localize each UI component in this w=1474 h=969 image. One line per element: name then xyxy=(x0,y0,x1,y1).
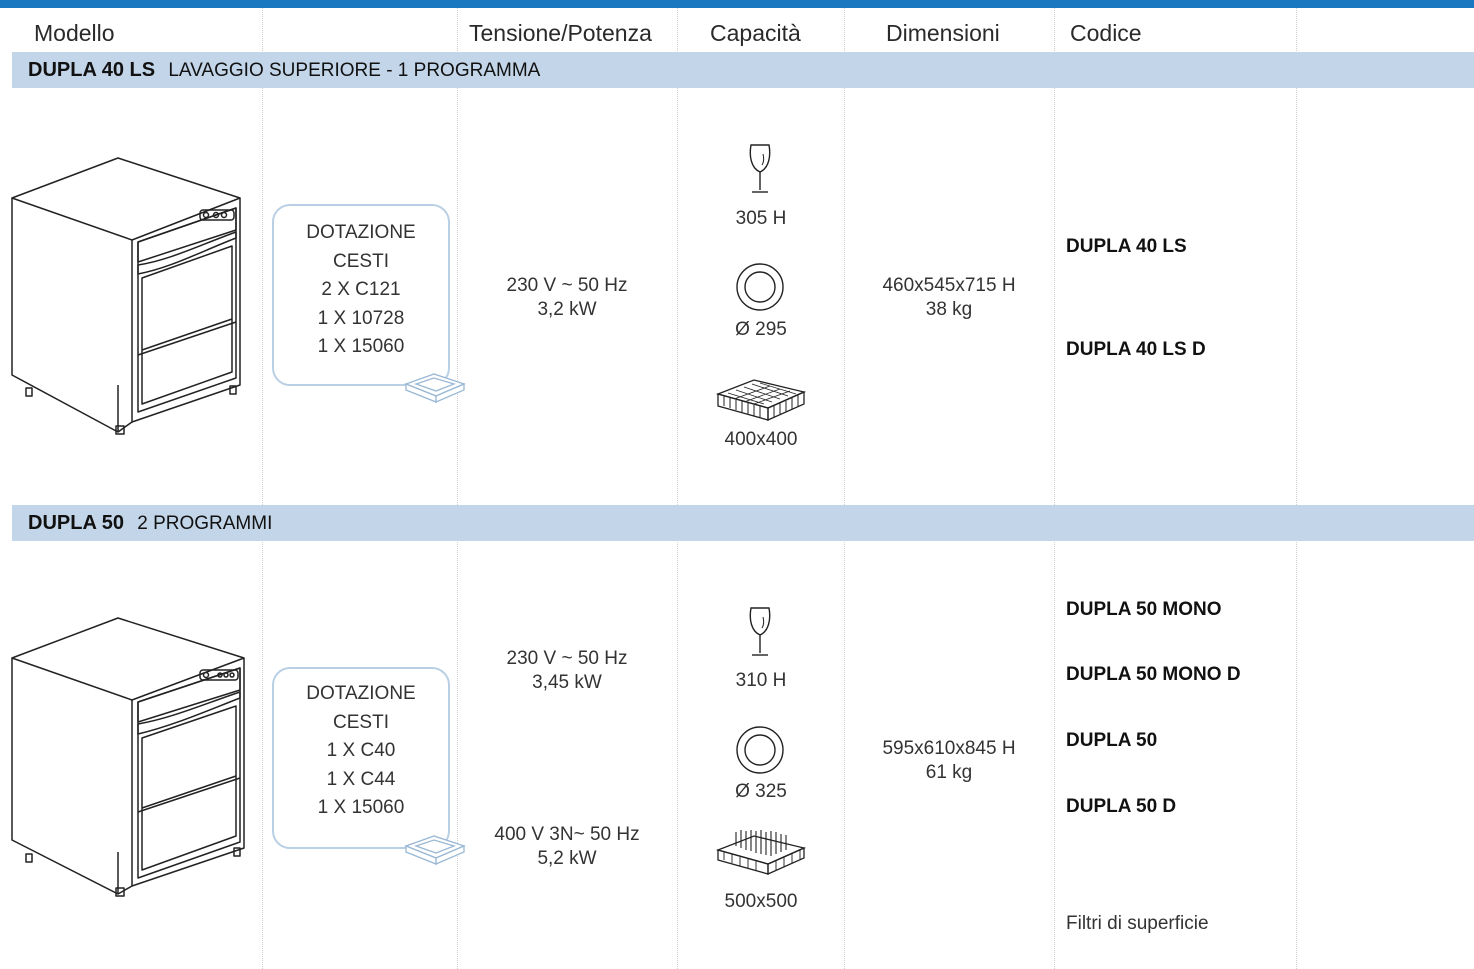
filter-note: Filtri di superficie xyxy=(1066,913,1209,934)
dotazione-line: 1 X 15060 xyxy=(317,336,405,357)
power-spec: 400 V 3N~ 50 Hz 5,2 kW xyxy=(458,823,676,871)
dotazione-line: DOTAZIONE xyxy=(306,222,416,243)
dotazione-line: 1 X C44 xyxy=(326,768,396,790)
power-spec: 230 V ~ 50 Hz 3,45 kW xyxy=(458,647,676,695)
wine-glass-icon xyxy=(749,607,771,656)
section-title: DUPLA 40 LS LAVAGGIO SUPERIORE - 1 PROGR… xyxy=(28,59,540,82)
product-code: DUPLA 50 D xyxy=(1066,796,1177,817)
dimensions-spec: 595x610x845 H 61 kg xyxy=(845,737,1053,785)
dotazione-line: 1 X 15060 xyxy=(317,797,405,818)
column-divider xyxy=(844,8,845,969)
plate-icon xyxy=(736,726,784,774)
power-text: 3,45 kW xyxy=(532,672,602,693)
dish-rack-icon xyxy=(715,830,807,876)
power-text: 5,2 kW xyxy=(537,848,597,869)
column-divider xyxy=(262,8,263,969)
dotazione-cesti-box: DOTAZIONE CESTI 2 X C121 1 X 10728 1 X 1… xyxy=(272,204,450,386)
dish-rack-icon xyxy=(715,379,807,422)
glass-height: 305 H xyxy=(735,208,787,229)
dimensions-text: 460x545x715 H xyxy=(882,275,1016,296)
product-code: DUPLA 40 LS D xyxy=(1066,339,1206,360)
header-capacita: Capacità xyxy=(710,20,801,46)
product-code: DUPLA 40 LS xyxy=(1066,236,1187,257)
dotazione-line: 1 X C40 xyxy=(326,740,396,761)
section-band-dupla-40-ls: DUPLA 40 LS LAVAGGIO SUPERIORE - 1 PROGR… xyxy=(12,52,1474,88)
dotazione-line: CESTI xyxy=(333,711,389,733)
plate-diameter: Ø 325 xyxy=(735,781,787,802)
wine-glass-icon xyxy=(749,144,771,193)
model-subtitle: 2 PROGRAMMI xyxy=(137,513,273,534)
dimensions-text: 595x610x845 H xyxy=(882,738,1016,759)
dishwasher-icon xyxy=(11,617,245,897)
column-divider xyxy=(677,8,678,969)
model-name: DUPLA 40 LS xyxy=(28,59,156,81)
section-title: DUPLA 50 2 PROGRAMMI xyxy=(28,512,272,535)
voltage-text: 400 V 3N~ 50 Hz xyxy=(494,824,640,845)
weight-text: 38 kg xyxy=(925,299,973,320)
power-spec: 230 V ~ 50 Hz 3,2 kW xyxy=(458,274,676,322)
power-text: 3,2 kW xyxy=(537,299,597,320)
header-codice: Codice xyxy=(1070,20,1142,46)
basket-size: 400x400 xyxy=(724,429,798,450)
dimensions-spec: 460x545x715 H 38 kg xyxy=(845,274,1053,322)
tray-icon xyxy=(404,373,466,403)
dishwasher-icon xyxy=(11,157,241,435)
top-accent-bar xyxy=(0,0,1474,8)
column-divider xyxy=(1296,8,1297,969)
model-name: DUPLA 50 xyxy=(28,512,124,534)
weight-text: 61 kg xyxy=(925,762,973,783)
product-code: DUPLA 50 xyxy=(1066,730,1158,751)
dotazione-line: CESTI xyxy=(333,250,389,272)
header-modello: Modello xyxy=(34,20,115,46)
product-code: DUPLA 50 MONO xyxy=(1066,599,1222,620)
dotazione-line: 1 X 10728 xyxy=(317,307,405,329)
voltage-text: 230 V ~ 50 Hz xyxy=(506,275,628,296)
dotazione-line: 2 X C121 xyxy=(321,279,401,300)
basket-size: 500x500 xyxy=(724,891,798,912)
glass-height: 310 H xyxy=(735,670,787,691)
plate-icon xyxy=(736,263,784,311)
product-code: DUPLA 50 MONO D xyxy=(1066,664,1241,685)
section-band-dupla-50: DUPLA 50 2 PROGRAMMI xyxy=(12,505,1474,541)
column-divider xyxy=(1054,8,1055,969)
header-tensione-potenza: Tensione/Potenza xyxy=(469,20,652,46)
dotazione-line: DOTAZIONE xyxy=(306,683,416,704)
plate-diameter: Ø 295 xyxy=(735,319,787,340)
voltage-text: 230 V ~ 50 Hz xyxy=(506,648,628,669)
header-dimensioni: Dimensioni xyxy=(886,20,1000,46)
dotazione-cesti-box: DOTAZIONE CESTI 1 X C40 1 X C44 1 X 1506… xyxy=(272,667,450,849)
model-subtitle: LAVAGGIO SUPERIORE - 1 PROGRAMMA xyxy=(168,60,541,81)
